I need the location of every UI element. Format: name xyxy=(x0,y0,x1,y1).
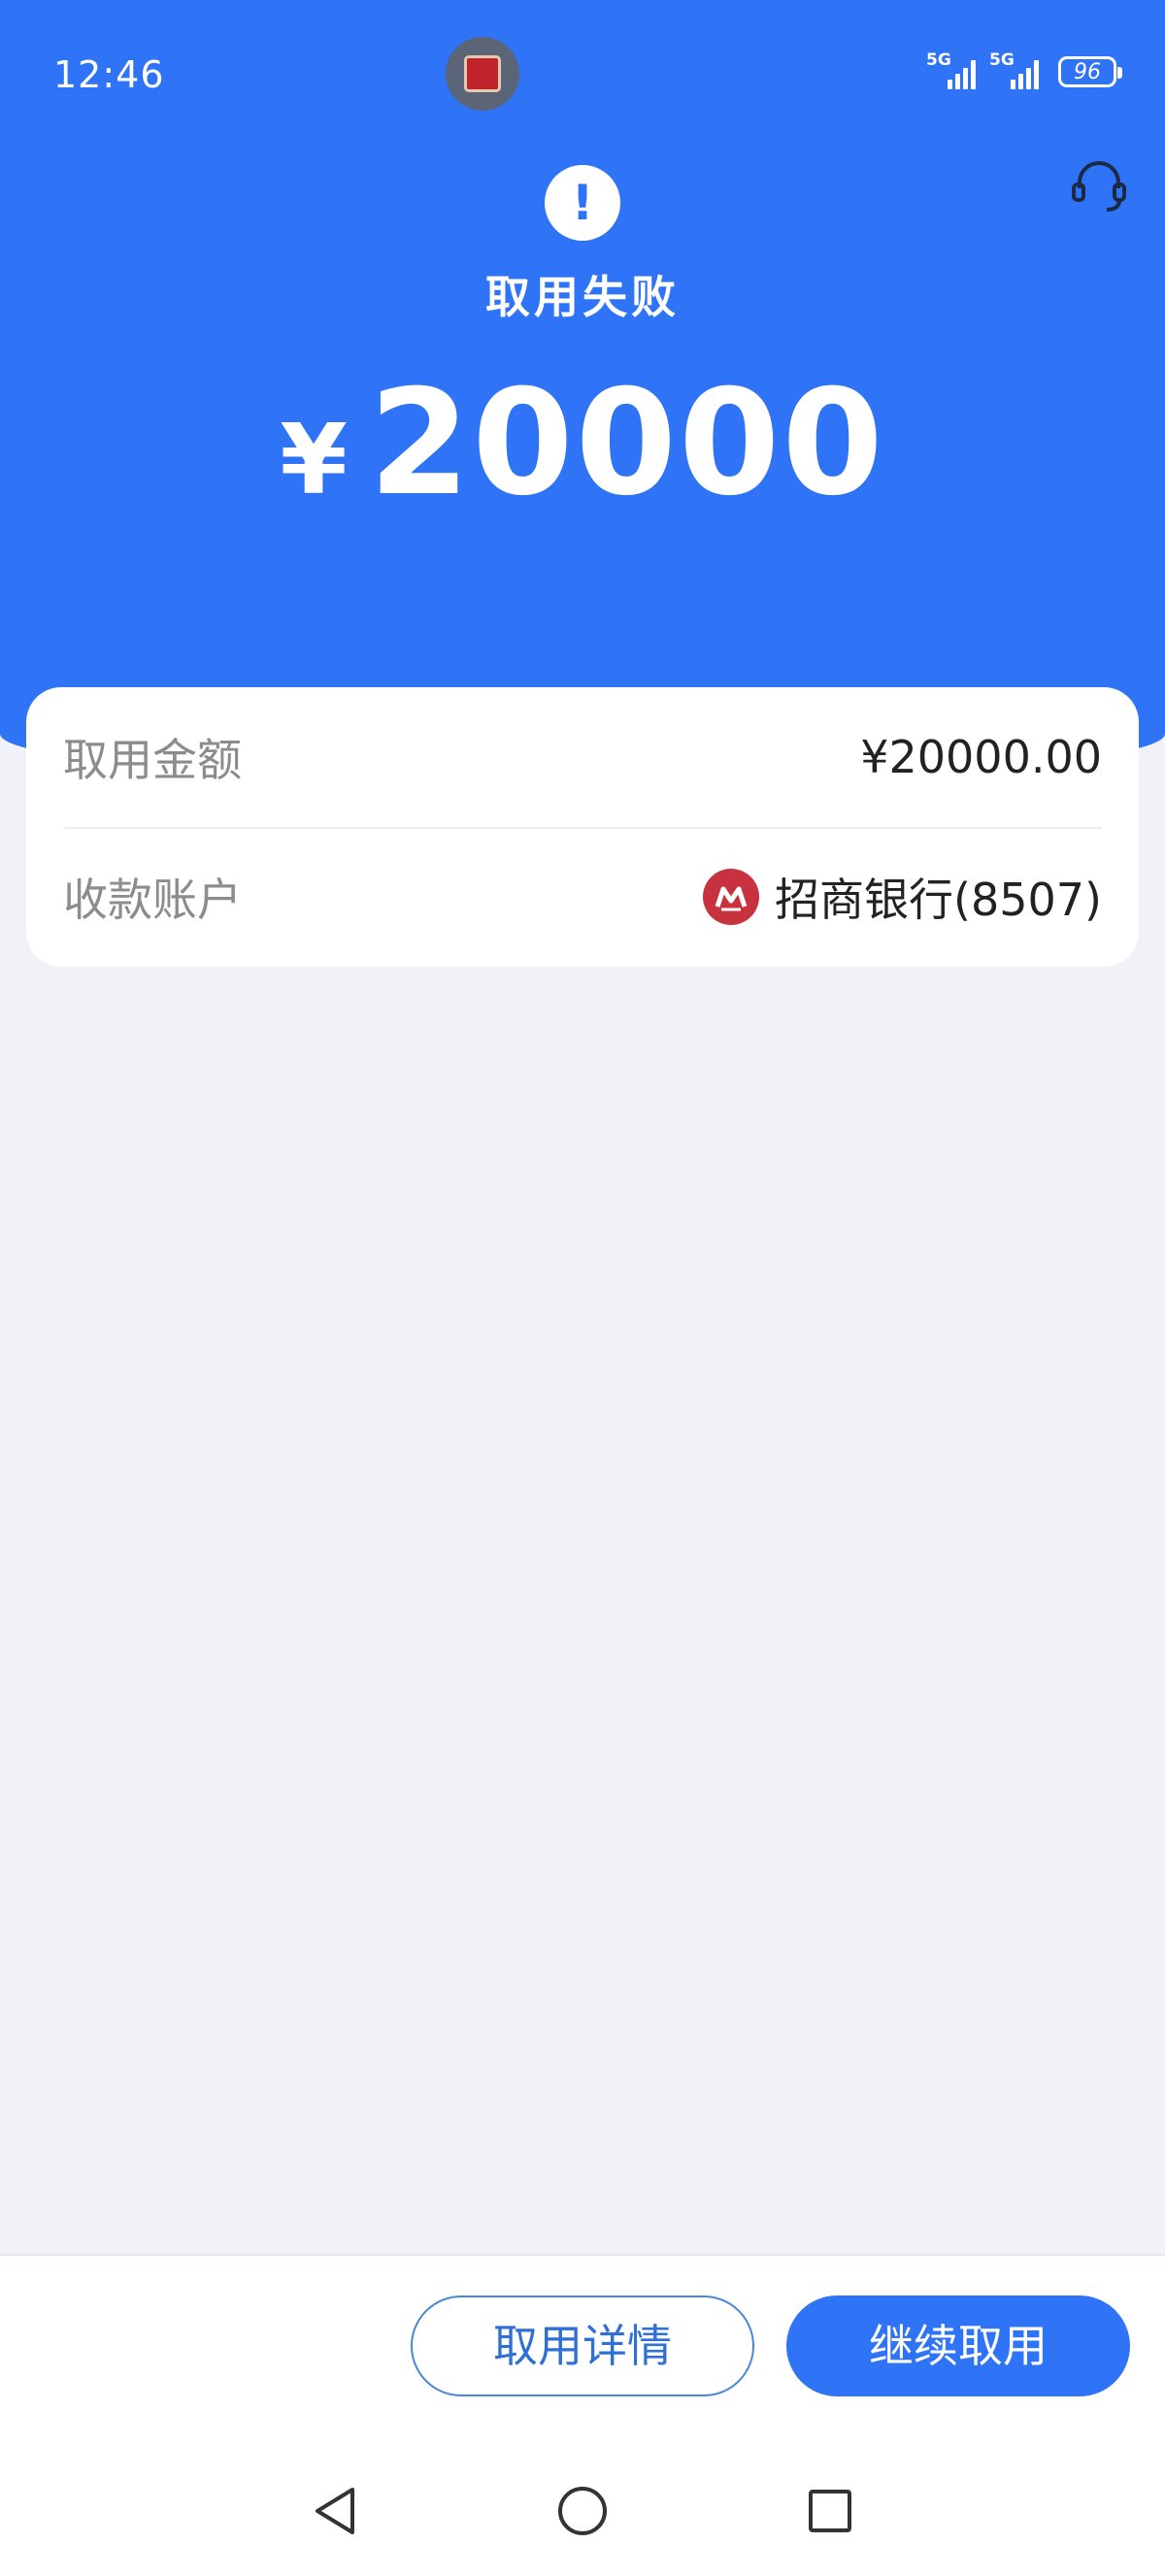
detail-value: ¥20000.00 xyxy=(860,731,1102,783)
back-icon[interactable] xyxy=(291,2467,379,2555)
detail-row-amount: 取用金额 ¥20000.00 xyxy=(63,687,1102,829)
continue-withdraw-button[interactable]: 继续取用 xyxy=(786,2295,1130,2396)
result-title: 取用失败 xyxy=(485,271,680,323)
amount-display: ¥20000 xyxy=(0,371,1165,516)
result-header: 12:46 5G 5G 96 ! 取用失败 ¥20000 xyxy=(0,0,1165,782)
signal-icon: 5G xyxy=(989,50,1039,89)
recent-apps-icon[interactable] xyxy=(786,2467,874,2555)
headset-icon[interactable] xyxy=(1068,155,1130,217)
alert-icon: ! xyxy=(545,165,620,241)
action-bar: 取用详情 继续取用 xyxy=(0,2254,1165,2576)
status-bar: 12:46 5G 5G 96 xyxy=(0,0,1165,150)
signal-icon: 5G xyxy=(926,50,976,89)
status-time: 12:46 xyxy=(53,53,165,96)
detail-label: 收款账户 xyxy=(63,874,242,926)
details-card: 取用金额 ¥20000.00 收款账户 招商银行(8507) xyxy=(26,687,1139,967)
amount-value: 20000 xyxy=(368,359,885,528)
system-nav-bar xyxy=(0,2467,1165,2555)
battery-icon: 96 xyxy=(1058,56,1122,87)
withdraw-details-button[interactable]: 取用详情 xyxy=(411,2295,754,2396)
bank-logo-icon xyxy=(703,869,760,925)
status-indicators: 5G 5G 96 xyxy=(926,50,1122,89)
account-text: 招商银行(8507) xyxy=(775,874,1102,926)
detail-label: 取用金额 xyxy=(63,734,242,786)
currency-symbol: ¥ xyxy=(280,403,348,516)
detail-row-account: 收款账户 招商银行(8507) xyxy=(63,827,1102,967)
home-icon[interactable] xyxy=(539,2467,626,2555)
notification-app-icon xyxy=(446,37,519,111)
detail-value: 招商银行(8507) xyxy=(703,865,1102,929)
